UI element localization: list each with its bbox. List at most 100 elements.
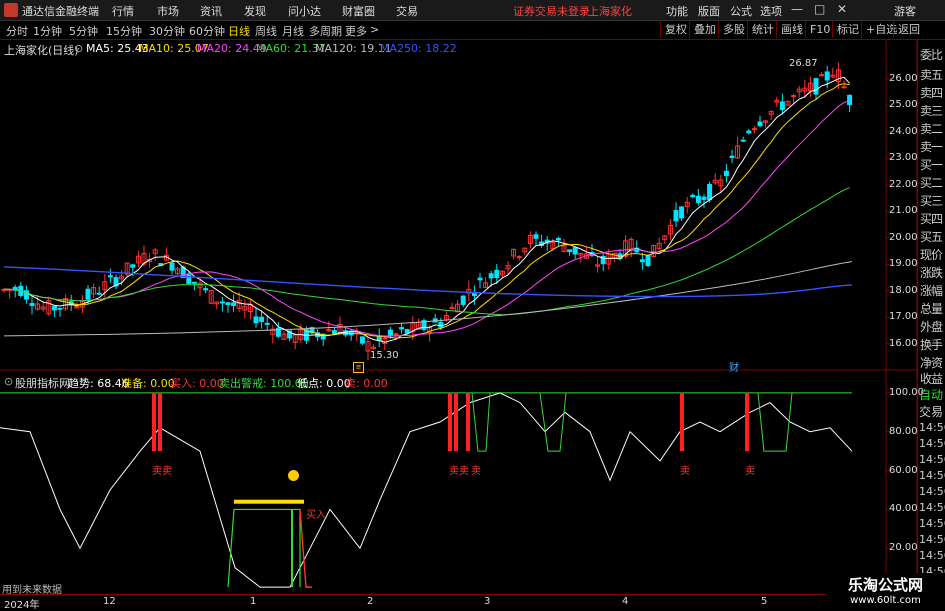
candlesticks (1, 62, 853, 360)
candle-body (516, 256, 522, 259)
ma5-line (3, 76, 850, 343)
trend-line (0, 392, 853, 588)
watermark-title: 乐淘公式网 (847, 576, 923, 594)
menu-market[interactable]: 市场 (157, 3, 179, 19)
moving-average-lines (3, 76, 853, 343)
settings-icon[interactable]: ⊙ (74, 42, 83, 55)
chevron-right-icon[interactable]: > (370, 23, 379, 36)
price-tick-label: 22.00 (889, 178, 918, 190)
watermark: 乐淘公式网 www.60lt.com (826, 573, 945, 609)
tab-timeshare[interactable]: 分时 (6, 23, 28, 39)
candle-body (191, 281, 197, 284)
axis-month-5: 5 (761, 596, 768, 607)
btn-statistics[interactable]: 统计 (747, 21, 778, 38)
axis-month-3: 3 (484, 596, 491, 607)
menu-function[interactable]: 功能 (666, 3, 688, 19)
tab-multi-period[interactable]: 多周期 (309, 23, 342, 39)
finance-mark[interactable]: 财 (729, 359, 739, 374)
price-tick-label: 19.00 (889, 258, 918, 270)
indicator-settings-icon[interactable]: ⊙ (4, 375, 13, 388)
price-tick-label: 23.00 (889, 152, 918, 164)
rp-wei-bi: 委比 (920, 48, 943, 62)
candle-body (645, 254, 651, 267)
candle-body (169, 262, 175, 271)
rp-sell4: 卖四 (920, 86, 943, 100)
event-icon[interactable]: ≡ (353, 362, 364, 373)
kline-chart-area[interactable] (0, 39, 945, 594)
btn-draw[interactable]: 画线 (776, 21, 807, 38)
ind-rp-auto[interactable]: 自动 (919, 386, 943, 403)
chart-grid (0, 39, 918, 594)
maximize-icon[interactable]: □ (814, 2, 825, 16)
title-bar: 通达信金融终端 行情 市场 资讯 发现 问小达 财富圈 交易 证券交易未登录 上… (0, 0, 945, 21)
btn-restore-rights[interactable]: 复权 (660, 21, 691, 38)
rp-volume: 总量 (920, 302, 943, 316)
btn-mark[interactable]: 标记 (832, 21, 863, 38)
candle-body (203, 288, 209, 291)
candle-body (438, 321, 444, 328)
btn-overlay[interactable]: 叠加 (689, 21, 720, 38)
candle-body (779, 101, 785, 111)
rp-change-pct: 涨幅 (920, 284, 943, 298)
tab-60min[interactable]: 60分钟 (189, 23, 225, 39)
tab-30min[interactable]: 30分钟 (149, 23, 185, 39)
axis-month-12: 12 (103, 596, 116, 607)
candle-body (488, 273, 494, 279)
menu-quotes[interactable]: 行情 (112, 3, 134, 19)
rp-outer: 外盘 (920, 320, 943, 334)
close-icon[interactable]: ✕ (837, 2, 847, 16)
candle-body (813, 78, 819, 95)
tab-weekly[interactable]: 周线 (255, 23, 277, 39)
menu-wealth[interactable]: 财富圈 (342, 3, 375, 19)
rp-sell5: 卖五 (920, 68, 943, 82)
tab-1min[interactable]: 1分钟 (33, 23, 62, 39)
app-name: 通达信金融终端 (22, 5, 99, 18)
candle-body (231, 302, 237, 306)
tab-more[interactable]: 更多 (345, 23, 367, 39)
tab-15min[interactable]: 15分钟 (106, 23, 142, 39)
user-guest[interactable]: 游客 (894, 3, 916, 19)
btn-f10[interactable]: F10 (805, 21, 834, 38)
login-warning[interactable]: 证券交易未登录 (513, 3, 590, 19)
candle-body (331, 330, 337, 334)
candle-body (695, 195, 701, 203)
sell-bar (454, 392, 458, 452)
ind-rp-time: 14:56 (919, 533, 945, 546)
tab-5min[interactable]: 5分钟 (69, 23, 98, 39)
ind-rp-time: 14:56 (919, 549, 945, 562)
sell-signal-1: 卖卖 (152, 466, 172, 477)
ind-rp-time: 14:56 (919, 517, 945, 530)
menu-ask[interactable]: 问小达 (288, 3, 321, 19)
high-price-label: 26.87 (789, 58, 818, 69)
candle-body (567, 249, 573, 253)
price-tick-label: 21.00 (889, 205, 918, 217)
menu-layout[interactable]: 版面 (698, 3, 720, 19)
ind-rp-time: 14:56 (919, 421, 945, 434)
ind-sell-alert: 卖出警戒: 100.00 (219, 377, 309, 390)
btn-multi-stock[interactable]: 多股 (718, 21, 749, 38)
sell-bar (158, 392, 162, 452)
ma250-line (3, 266, 853, 298)
sell-bar (152, 392, 156, 452)
ma250-label: MA250: 18.22 (380, 42, 457, 55)
menu-formula[interactable]: 公式 (730, 3, 752, 19)
stock-name-title: 上海家化 (588, 5, 632, 18)
tab-monthly[interactable]: 月线 (282, 23, 304, 39)
ind-rp-trade[interactable]: 交易 (919, 403, 943, 420)
tab-daily[interactable]: 日线 (228, 23, 250, 39)
menu-trade[interactable]: 交易 (396, 3, 418, 19)
chart-title: 上海家化(日线) (4, 44, 79, 57)
rp-change: 涨跌 (920, 266, 943, 280)
menu-options[interactable]: 选项 (760, 3, 782, 19)
sell-bar (466, 392, 470, 452)
menu-discover[interactable]: 发现 (244, 3, 266, 19)
axis-month-2: 2 (367, 596, 374, 607)
candle-body (219, 301, 225, 304)
sell-signal-4: 卖 (680, 466, 690, 477)
minimize-icon[interactable]: — (791, 2, 803, 16)
candle-body (679, 206, 685, 219)
menu-news[interactable]: 资讯 (200, 3, 222, 19)
rp-buy2: 买二 (920, 176, 943, 190)
price-tick-label: 17.00 (889, 311, 918, 323)
btn-back[interactable]: 返回 (893, 21, 924, 38)
